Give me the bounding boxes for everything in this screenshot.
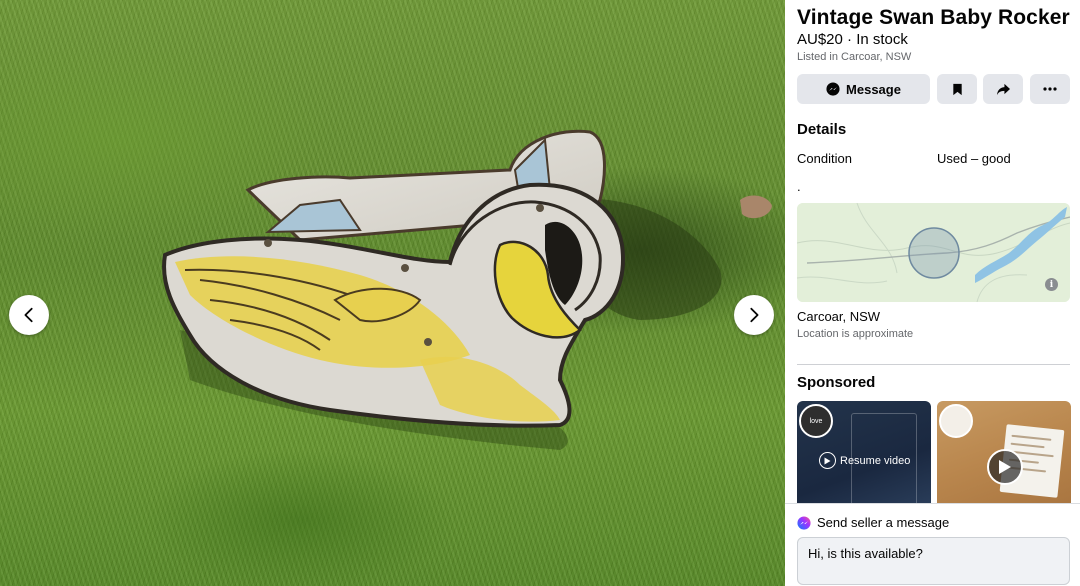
- message-seller-button[interactable]: Message: [797, 74, 930, 104]
- info-icon[interactable]: i: [1045, 278, 1058, 291]
- resume-video-button[interactable]: Resume video: [819, 452, 910, 469]
- share-arrow-icon: [996, 83, 1010, 95]
- location-map[interactable]: i: [797, 203, 1070, 302]
- previous-photo-button[interactable]: [9, 295, 49, 335]
- sponsored-ad-card[interactable]: [937, 401, 1071, 511]
- play-icon: [819, 452, 836, 469]
- chevron-left-icon: [24, 307, 33, 323]
- message-button-label: Message: [846, 81, 901, 97]
- details-heading: Details: [797, 121, 847, 138]
- condition-value: Used – good: [937, 151, 1011, 166]
- listing-location[interactable]: Listed in Carcoar, NSW: [797, 51, 911, 63]
- resume-video-label: Resume video: [840, 454, 911, 467]
- listing-title: Vintage Swan Baby Rocker: [797, 6, 1070, 29]
- composer-header: Send seller a message: [797, 515, 949, 530]
- map-place-name: Carcoar, NSW: [797, 309, 881, 324]
- play-video-button[interactable]: [987, 449, 1023, 485]
- section-divider: [797, 364, 1070, 365]
- message-input[interactable]: [797, 537, 1070, 585]
- more-dots-icon: [1043, 87, 1057, 91]
- map-approx-note: Location is approximate: [797, 328, 914, 340]
- listing-photo: [0, 0, 785, 586]
- swan-rocker-photo: [162, 129, 772, 450]
- map-image: [797, 203, 1070, 302]
- condition-label: Condition: [797, 151, 852, 166]
- chevron-right-icon: [750, 307, 759, 323]
- message-composer: Send seller a message: [785, 503, 1080, 586]
- listing-price-status: AU$20 · In stock: [797, 31, 908, 48]
- play-icon: [999, 460, 1011, 474]
- messenger-icon: [826, 82, 840, 96]
- save-listing-button[interactable]: [937, 74, 977, 104]
- advertiser-logo[interactable]: love: [799, 404, 833, 438]
- composer-title: Send seller a message: [817, 515, 950, 530]
- messenger-icon: [797, 515, 811, 530]
- more-options-button[interactable]: [1030, 74, 1070, 104]
- listing-details-panel: Vintage Swan Baby Rocker AU$20 · In stoc…: [785, 0, 1080, 586]
- bookmark-icon: [952, 83, 962, 95]
- next-photo-button[interactable]: [734, 295, 774, 335]
- sponsored-heading: Sponsored: [797, 374, 876, 391]
- sponsored-ad-card[interactable]: love Resume video: [797, 401, 931, 511]
- listing-description: .: [797, 179, 801, 194]
- share-listing-button[interactable]: [983, 74, 1023, 104]
- advertiser-logo[interactable]: [939, 404, 973, 438]
